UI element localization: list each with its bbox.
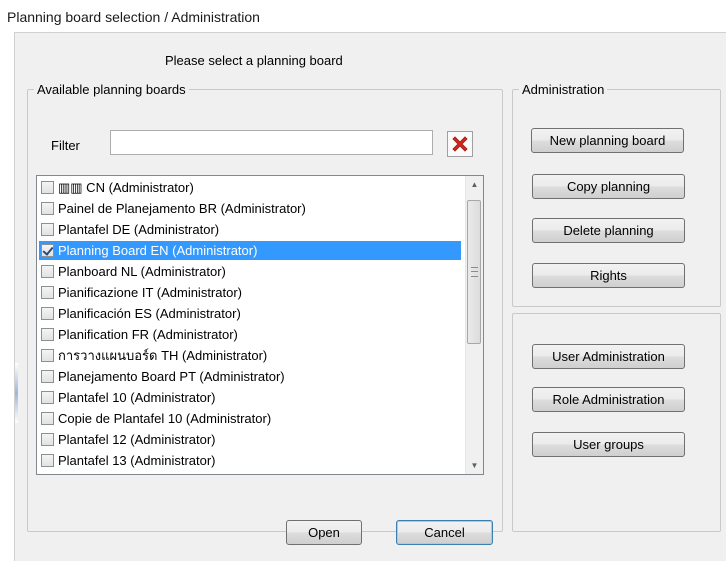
filter-input[interactable]: [110, 130, 433, 155]
list-item-label: ▥▥ CN (Administrator): [58, 179, 194, 195]
list-item[interactable]: Planboard NL (Administrator): [39, 262, 461, 281]
list-item[interactable]: Plantafel 10 (Administrator): [39, 388, 461, 407]
role-administration-button[interactable]: Role Administration: [532, 387, 685, 412]
list-item[interactable]: Pianificazione IT (Administrator): [39, 283, 461, 302]
list-item-checkbox[interactable]: [41, 265, 54, 278]
new-planning-board-button[interactable]: New planning board: [531, 128, 684, 153]
clear-filter-button[interactable]: [447, 131, 473, 157]
list-item[interactable]: Plantafel 12 (Administrator): [39, 430, 461, 449]
filter-label: Filter: [51, 138, 80, 153]
list-item-label: Painel de Planejamento BR (Administrator…: [58, 201, 306, 216]
close-icon: [452, 136, 468, 152]
list-item-checkbox[interactable]: [41, 181, 54, 194]
user-administration-button[interactable]: User Administration: [532, 344, 685, 369]
list-item-label: Plantafel 13 (Administrator): [58, 453, 216, 468]
list-item[interactable]: Planning Board EN (Administrator): [39, 241, 461, 260]
list-item-label: Planning Board EN (Administrator): [58, 243, 258, 258]
list-item-label: Plantafel 10 (Administrator): [58, 390, 216, 405]
list-item[interactable]: Planification FR (Administrator): [39, 325, 461, 344]
list-item[interactable]: Planejamento Board PT (Administrator): [39, 367, 461, 386]
list-item[interactable]: Painel de Planejamento BR (Administrator…: [39, 199, 461, 218]
list-item-checkbox[interactable]: [41, 244, 54, 257]
list-item-label: Pianificazione IT (Administrator): [58, 285, 242, 300]
scrollbar-grip-icon: [471, 267, 478, 277]
list-item-checkbox[interactable]: [41, 223, 54, 236]
list-item-checkbox[interactable]: [41, 349, 54, 362]
user-groups-button[interactable]: User groups: [532, 432, 685, 457]
dialog-edge-accent: [15, 363, 18, 423]
window-title: Planning board selection / Administratio…: [7, 9, 260, 25]
dialog: Please select a planning board Available…: [14, 32, 726, 561]
available-boards-legend: Available planning boards: [37, 82, 186, 97]
list-item-label: Planificación ES (Administrator): [58, 306, 241, 321]
list-item-label: Planejamento Board PT (Administrator): [58, 369, 285, 384]
delete-planning-button[interactable]: Delete planning: [532, 218, 685, 243]
list-item-label: Copie de Plantafel 10 (Administrator): [58, 411, 272, 426]
copy-planning-button[interactable]: Copy planning: [532, 174, 685, 199]
open-button[interactable]: Open: [286, 520, 362, 545]
list-item[interactable]: Planificación ES (Administrator): [39, 304, 461, 323]
list-item-checkbox[interactable]: [41, 370, 54, 383]
list-scrollbar[interactable]: ▲ ▼: [465, 176, 483, 474]
scroll-up-arrow-icon[interactable]: ▲: [466, 176, 483, 193]
list-item[interactable]: Copie de Plantafel 10 (Administrator): [39, 409, 461, 428]
list-item-label: Planification FR (Administrator): [58, 327, 238, 342]
scrollbar-thumb[interactable]: [467, 200, 481, 344]
list-item[interactable]: Plantafel DE (Administrator): [39, 220, 461, 239]
list-item-checkbox[interactable]: [41, 433, 54, 446]
list-item-label: Plantafel DE (Administrator): [58, 222, 220, 237]
cancel-button[interactable]: Cancel: [396, 520, 493, 545]
list-item-checkbox[interactable]: [41, 454, 54, 467]
list-item-label: Planboard NL (Administrator): [58, 264, 226, 279]
list-item[interactable]: การวางแผนบอร์ด TH (Administrator): [39, 346, 461, 365]
list-item-checkbox[interactable]: [41, 412, 54, 425]
list-item-label: การวางแผนบอร์ด TH (Administrator): [58, 348, 268, 363]
list-item-checkbox[interactable]: [41, 202, 54, 215]
administration-legend: Administration: [522, 82, 605, 97]
list-item-checkbox[interactable]: [41, 286, 54, 299]
list-item-checkbox[interactable]: [41, 307, 54, 320]
list-item-checkbox[interactable]: [41, 328, 54, 341]
scroll-down-arrow-icon[interactable]: ▼: [466, 457, 483, 474]
list-item[interactable]: Plantafel 13 (Administrator): [39, 451, 461, 470]
list-item[interactable]: ▥▥ CN (Administrator): [39, 178, 461, 197]
planning-board-list[interactable]: ▥▥ CN (Administrator) Painel de Planejame…: [36, 175, 484, 475]
prompt-text: Please select a planning board: [165, 53, 343, 68]
list-item-label: Plantafel 12 (Administrator): [58, 432, 216, 447]
rights-button[interactable]: Rights: [532, 263, 685, 288]
list-item-checkbox[interactable]: [41, 391, 54, 404]
